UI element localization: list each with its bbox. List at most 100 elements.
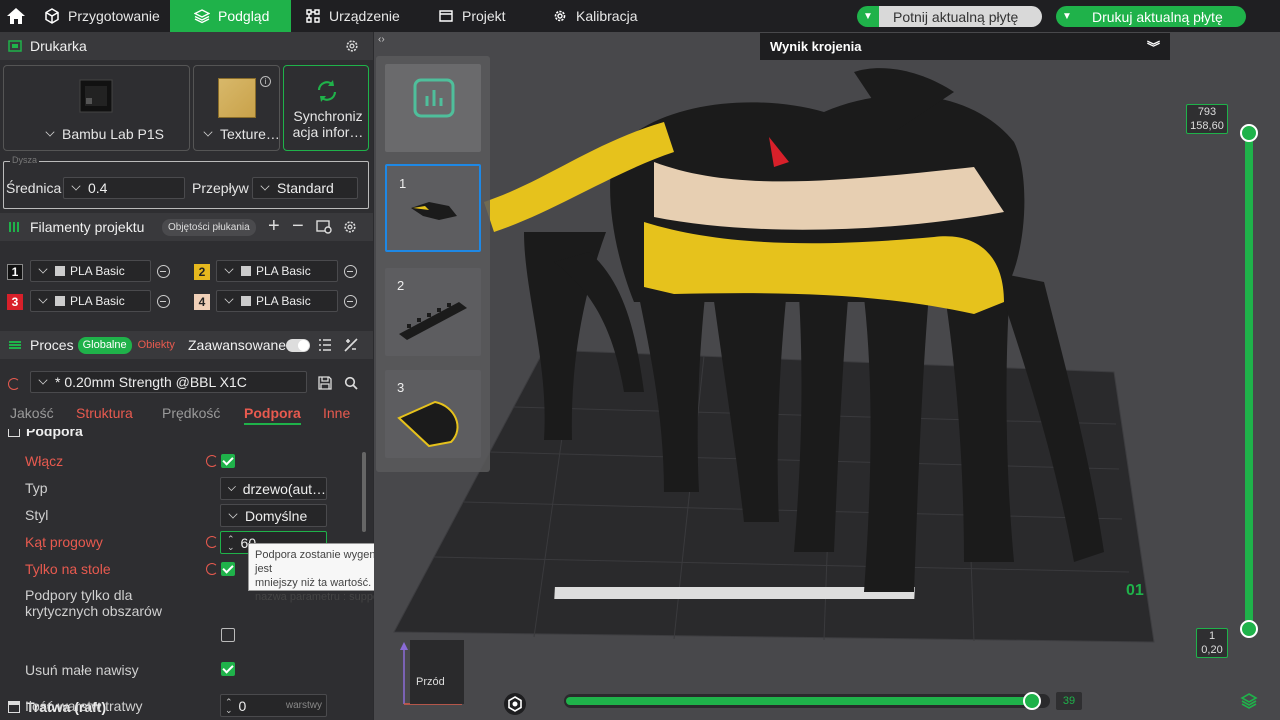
- model-thumbnail-icon: [397, 400, 459, 448]
- enable-support-checkbox[interactable]: [221, 454, 235, 468]
- search-icon[interactable]: [344, 376, 358, 390]
- compare-icon[interactable]: [344, 338, 358, 352]
- threshold-angle-label: Kąt progowy: [25, 534, 103, 550]
- flow-select[interactable]: Standard: [252, 177, 358, 199]
- subtab-speed[interactable]: Prędkość: [162, 405, 220, 421]
- critical-regions-checkbox[interactable]: [221, 628, 235, 642]
- home-button[interactable]: [0, 0, 32, 32]
- filament-number[interactable]: 1: [7, 264, 23, 280]
- chevron-down-icon[interactable]: ▼: [1056, 6, 1078, 27]
- filament-name: PLA Basic: [70, 294, 125, 308]
- plate-type-card[interactable]: i Texture…: [193, 65, 280, 151]
- add-filament-icon[interactable]: +: [268, 215, 280, 238]
- move-slider-handle[interactable]: [1023, 692, 1041, 710]
- tab-label: Podgląd: [218, 8, 270, 24]
- chevron-down-icon: [224, 264, 234, 274]
- filament-select[interactable]: PLA Basic: [216, 290, 338, 312]
- diameter-select[interactable]: 0.4: [63, 177, 185, 199]
- support-style-select[interactable]: Domyślne: [220, 504, 327, 527]
- filament-type-icon: [241, 266, 251, 276]
- settings-gear-icon[interactable]: [345, 39, 359, 53]
- layers-toggle-icon[interactable]: [1240, 692, 1258, 710]
- save-icon[interactable]: [318, 376, 332, 390]
- tab-calibration[interactable]: Kalibracja: [542, 0, 652, 32]
- plate-thumbnail-3[interactable]: 3: [385, 370, 481, 458]
- filament-select[interactable]: PLA Basic: [30, 290, 151, 312]
- remove-small-overhangs-checkbox[interactable]: [221, 662, 235, 676]
- filament-select[interactable]: PLA Basic: [30, 260, 151, 282]
- subtab-others[interactable]: Inne: [323, 405, 350, 421]
- view-cube[interactable]: Przód: [396, 636, 466, 710]
- printer-select-card[interactable]: Bambu Lab P1S: [3, 65, 190, 151]
- process-section-header: Proces Globalne Obiekty Zaawansowane: [0, 331, 373, 359]
- support-type-select[interactable]: drzewo(aut…: [220, 477, 327, 500]
- remove-filament-icon[interactable]: [157, 265, 170, 278]
- layer-slider-bottom-handle[interactable]: [1240, 620, 1258, 638]
- tab-device[interactable]: Urządzenie: [295, 0, 415, 32]
- chevron-down-icon: [228, 508, 238, 519]
- filament-number[interactable]: 2: [194, 264, 210, 280]
- global-tab[interactable]: Globalne: [77, 336, 132, 354]
- section-icon: [8, 429, 20, 437]
- sync-info-button[interactable]: Synchronizacja infor…: [283, 65, 369, 151]
- remove-filament-icon[interactable]: −: [292, 215, 304, 238]
- move-slider-track[interactable]: [564, 694, 1050, 708]
- process-profile-select[interactable]: * 0.20mm Strength @BBL X1C: [30, 371, 307, 393]
- reset-icon[interactable]: [206, 563, 218, 575]
- model-thumbnail-icon: [399, 302, 467, 340]
- tab-preview[interactable]: Podgląd: [170, 0, 291, 32]
- move-slider-fill: [566, 697, 1038, 705]
- chevron-down-icon: [71, 181, 81, 191]
- list-icon[interactable]: [318, 338, 332, 352]
- chevron-down-icon[interactable]: ▼: [857, 6, 879, 27]
- 3d-viewport[interactable]: 01: [374, 32, 1280, 720]
- remove-filament-icon[interactable]: [344, 265, 357, 278]
- layer-top-height: 158,60: [1190, 120, 1224, 132]
- slice-result-bar[interactable]: Wynik krojenia ︾: [760, 33, 1170, 60]
- reset-icon[interactable]: [8, 378, 20, 390]
- on-build-plate-checkbox[interactable]: [221, 562, 235, 576]
- tab-project[interactable]: Projekt: [428, 0, 528, 32]
- slice-stats-thumbnail[interactable]: [385, 64, 481, 152]
- reset-icon[interactable]: [206, 455, 218, 467]
- print-plate-button[interactable]: ▼ Drukuj aktualną płytę: [1056, 6, 1246, 27]
- tab-prepare[interactable]: Przygotowanie: [34, 0, 170, 32]
- plate-number: 01: [1126, 582, 1144, 599]
- raft-layers-input[interactable]: ⌃ ⌄ 0 warstwy: [220, 694, 327, 717]
- slice-plate-label: Potnij aktualną płytę: [879, 6, 1042, 27]
- filament-select[interactable]: PLA Basic: [216, 260, 338, 282]
- layer-slider-track[interactable]: [1245, 132, 1253, 628]
- info-icon[interactable]: i: [260, 76, 271, 87]
- subtab-support[interactable]: Podpora: [244, 405, 301, 425]
- sync-filament-icon[interactable]: [316, 220, 332, 234]
- plate-thumbnail-1[interactable]: 1: [385, 164, 481, 252]
- view-reset-button[interactable]: [500, 690, 530, 718]
- remove-filament-icon[interactable]: [157, 295, 170, 308]
- expand-icon[interactable]: ︾: [1147, 37, 1160, 56]
- filament-number[interactable]: 4: [194, 294, 210, 310]
- remove-filament-icon[interactable]: [344, 295, 357, 308]
- collapse-sidebar-icon[interactable]: ‹›: [378, 34, 385, 45]
- objects-tab[interactable]: Obiekty: [138, 339, 175, 351]
- plate-thumbnail-2[interactable]: 2: [385, 268, 481, 356]
- reset-icon[interactable]: [206, 536, 218, 548]
- subtab-quality[interactable]: Jakość: [10, 405, 54, 421]
- raft-layers-unit: warstwy: [285, 700, 322, 711]
- slice-plate-button[interactable]: ▼ Potnij aktualną płytę: [857, 6, 1042, 27]
- printer-name: Bambu Lab P1S: [62, 126, 164, 142]
- filament-settings-icon[interactable]: [343, 220, 357, 234]
- process-title: Proces: [30, 337, 74, 353]
- layer-slider-top-handle[interactable]: [1240, 124, 1258, 142]
- filament-number[interactable]: 3: [7, 294, 23, 310]
- printer-section-header: Drukarka: [0, 32, 373, 60]
- support-type-value: drzewo(aut…: [242, 480, 326, 497]
- advanced-toggle[interactable]: [286, 339, 310, 352]
- flush-volumes-button[interactable]: Objętości płukania: [162, 219, 256, 236]
- sidebar-scrollbar[interactable]: [362, 452, 366, 532]
- stepper-icon[interactable]: ⌃ ⌄: [227, 534, 235, 551]
- advanced-label: Zaawansowane: [188, 337, 287, 353]
- stepper-icon[interactable]: ⌃ ⌄: [225, 697, 233, 714]
- subtab-strength[interactable]: Struktura: [76, 405, 133, 421]
- sync-label: Synchronizacja infor…: [292, 108, 364, 140]
- plate-thumbnail-list: 1 2 3: [376, 56, 490, 472]
